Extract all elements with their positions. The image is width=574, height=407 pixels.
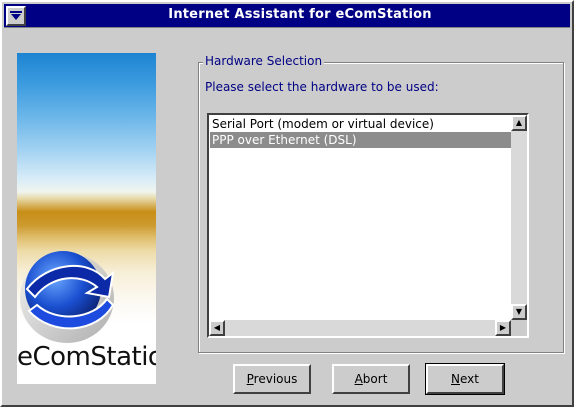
abort-mnemonic: A	[354, 372, 363, 386]
hardware-prompt: Please select the hardware to be used:	[205, 80, 439, 94]
title-bar[interactable]: Internet Assistant for eComStation	[4, 4, 570, 28]
arrow-up-icon: ▲	[515, 118, 523, 127]
system-menu-button[interactable]	[6, 6, 26, 26]
logo-panel: eComStation	[17, 53, 156, 384]
abort-label: bort	[362, 372, 388, 386]
hardware-listbox[interactable]: Serial Port (modem or virtual device) PP…	[207, 113, 529, 338]
system-menu-icon	[10, 11, 22, 20]
list-item-serial-port[interactable]: Serial Port (modem or virtual device)	[210, 116, 512, 132]
arrow-down-icon: ▼	[515, 307, 523, 316]
scroll-left-button[interactable]: ◀	[209, 320, 225, 336]
group-title: Hardware Selection	[203, 54, 325, 68]
brand-wordmark: eComStation	[17, 342, 156, 372]
globe-logo-icon	[20, 251, 115, 343]
list-item-pppoe[interactable]: PPP over Ethernet (DSL)	[210, 132, 512, 148]
scroll-down-button[interactable]: ▼	[511, 304, 527, 320]
previous-label: revious	[253, 372, 298, 386]
next-label: ext	[460, 372, 479, 386]
previous-button[interactable]: Previous	[233, 364, 311, 394]
next-mnemonic: N	[451, 372, 460, 386]
scroll-up-button[interactable]: ▲	[511, 115, 527, 131]
hardware-selection-group: Hardware Selection Please select the har…	[198, 54, 564, 353]
next-button[interactable]: Next	[425, 363, 505, 395]
previous-mnemonic: P	[246, 372, 254, 386]
wizard-window: Internet Assistant for eComStation eComS…	[0, 0, 574, 407]
vertical-scrollbar[interactable]: ▲ ▼	[511, 115, 527, 320]
scrollbar-corner	[511, 320, 527, 336]
arrow-left-icon: ◀	[213, 323, 221, 332]
arrow-right-icon: ▶	[499, 323, 507, 332]
window-title: Internet Assistant for eComStation	[168, 7, 432, 22]
horizontal-scrollbar[interactable]: ◀ ▶	[209, 320, 511, 336]
scroll-right-button[interactable]: ▶	[495, 320, 511, 336]
abort-button[interactable]: Abort	[332, 364, 410, 394]
